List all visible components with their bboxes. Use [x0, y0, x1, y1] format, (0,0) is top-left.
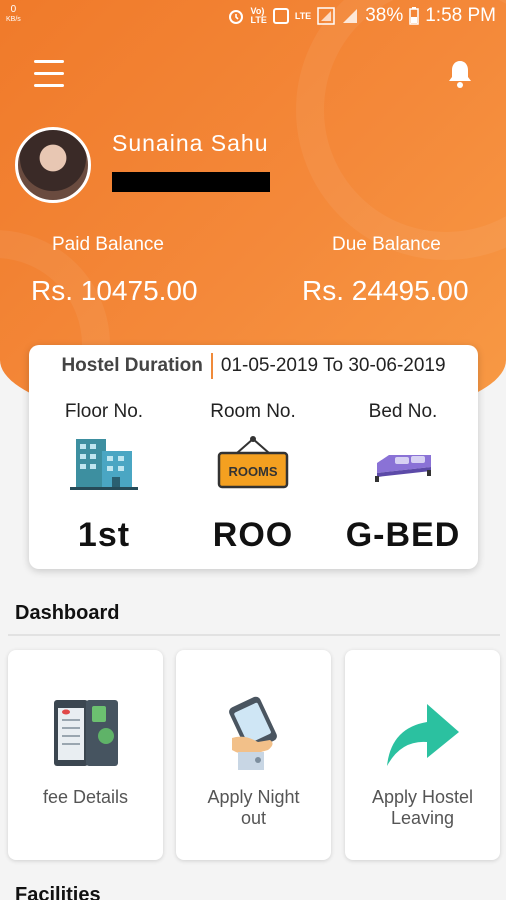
dashboard-title: Dashboard: [15, 602, 120, 624]
phone-hand-icon: [228, 696, 277, 770]
net-speed: 0 KB/s: [6, 5, 21, 25]
bed-value: G-BED: [345, 516, 461, 554]
clock: 1:58 PM: [425, 5, 496, 26]
redacted-info-bar: [112, 172, 270, 192]
user-name: Sunaina Sahu: [112, 130, 269, 156]
due-balance-label: Due Balance: [332, 234, 441, 255]
hamburger-icon[interactable]: [34, 60, 64, 88]
duration-label: Hostel Duration: [61, 355, 203, 377]
bell-icon[interactable]: [446, 58, 474, 90]
apply-hostel-leaving-tile[interactable]: Apply Hostel Leaving: [345, 650, 500, 860]
duration-separator: [210, 353, 213, 379]
bed-label: Bed No.: [368, 401, 438, 422]
sim-icon: [272, 8, 289, 24]
divider: [8, 634, 500, 636]
net-speed-value: 0: [10, 4, 17, 15]
hostel-duration: Hostel Duration 01-05-2019 To 30-06-2019: [29, 353, 478, 379]
battery-percent: 38%: [365, 5, 404, 26]
menu-line: [34, 72, 64, 75]
signal-icon: [343, 9, 358, 23]
floor-value: 1st: [77, 516, 131, 554]
room-label: Room No.: [210, 401, 296, 422]
battery-icon: [409, 7, 419, 25]
fee-details-label: fee Details: [42, 787, 129, 807]
hostel-info-card: Hostel Duration 01-05-2019 To 30-06-2019 …: [29, 345, 478, 569]
menu-line: [34, 60, 64, 63]
apply-night-out-tile[interactable]: Apply Night out: [176, 650, 331, 860]
status-bar: 0 KB/s Vo) LTE LTE 38% 1:58 PM: [0, 0, 506, 34]
due-balance-value: Rs. 24495.00: [302, 275, 469, 306]
alarm-icon: [228, 10, 243, 24]
share-arrow-icon: [386, 704, 459, 766]
lte-label: LTE: [294, 10, 312, 21]
room-column: Room No. ROOMS ROO: [178, 401, 328, 555]
fee-details-icon: [53, 700, 118, 766]
building-icon: [70, 439, 138, 490]
room-sign-text: ROOMS: [228, 464, 277, 479]
paid-balance-label: Paid Balance: [52, 234, 164, 255]
menu-line: [34, 84, 64, 87]
room-value: ROO: [212, 516, 294, 554]
floor-column: Floor No. 1st: [29, 401, 179, 555]
net-speed-unit: KB/s: [6, 16, 21, 23]
bed-column: Bed No. G-BED: [328, 401, 478, 555]
fee-details-tile[interactable]: fee Details: [8, 650, 163, 860]
avatar[interactable]: [15, 127, 91, 203]
signal-box-icon: [317, 7, 335, 25]
duration-value: 01-05-2019 To 30-06-2019: [220, 355, 446, 377]
volte-badge: Vo) LTE: [250, 6, 267, 25]
bed-icon: [375, 455, 431, 482]
paid-balance-value: Rs. 10475.00: [31, 275, 198, 306]
facilities-title: Facilities: [15, 884, 101, 900]
decorative-circle: [296, 0, 506, 260]
floor-label: Floor No.: [64, 401, 144, 422]
room-sign-icon: ROOMS: [217, 436, 289, 489]
apply-hostel-leaving-label: Apply Hostel Leaving: [371, 787, 474, 828]
apply-night-out-label: Apply Night out: [207, 787, 300, 828]
status-icons: Vo) LTE LTE 38% 1:58 PM: [227, 5, 496, 27]
